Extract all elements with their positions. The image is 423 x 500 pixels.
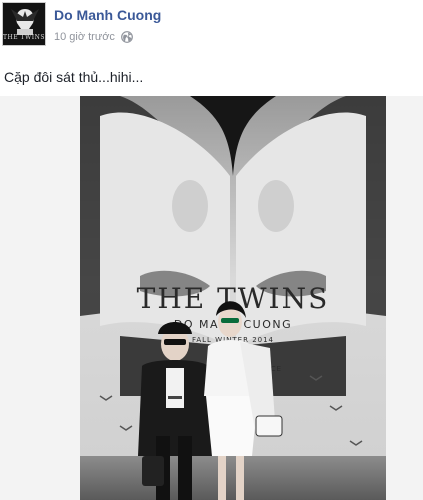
- photo-container: THE TWINS DO MANH CUONG FALL WINTER 2014…: [0, 96, 423, 500]
- avatar-label: THE TWINS: [3, 34, 45, 41]
- post-photo[interactable]: THE TWINS DO MANH CUONG FALL WINTER 2014…: [80, 96, 386, 500]
- post-caption: Cặp đôi sát thủ...hihi...: [4, 69, 144, 85]
- avatar[interactable]: THE TWINS: [2, 2, 46, 46]
- post-header: THE TWINS Do Manh Cuong 10 giờ trước: [0, 0, 423, 60]
- globe-icon[interactable]: [121, 31, 133, 43]
- post-meta: 10 giờ trước: [54, 31, 133, 43]
- facebook-post: THE TWINS Do Manh Cuong 10 giờ trước Cặp…: [0, 0, 423, 500]
- post-timestamp[interactable]: 10 giờ trước: [54, 31, 115, 43]
- event-photo-image: THE TWINS DO MANH CUONG FALL WINTER 2014…: [80, 96, 386, 500]
- author-name-link[interactable]: Do Manh Cuong: [54, 7, 161, 23]
